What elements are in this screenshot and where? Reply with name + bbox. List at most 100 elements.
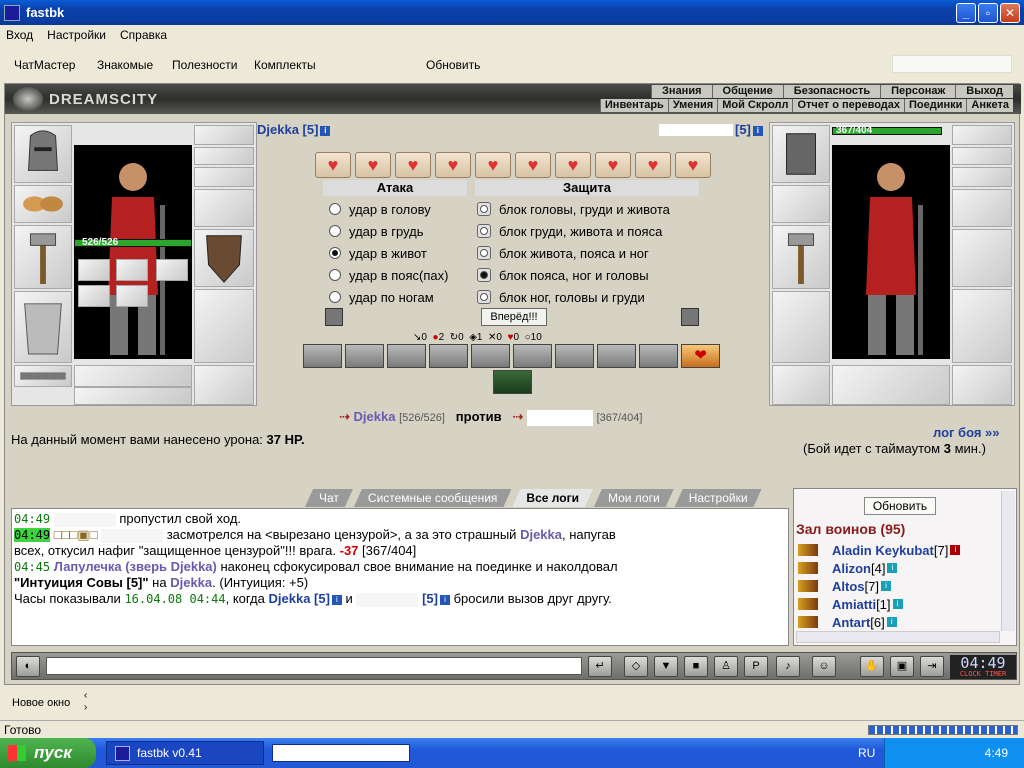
- bracers-slot-icon[interactable]: [14, 185, 72, 223]
- tab-settings[interactable]: Настройки: [675, 489, 762, 507]
- attack-option[interactable]: удар в голову: [329, 198, 448, 220]
- refresh-players-button[interactable]: Обновить: [864, 497, 936, 515]
- nav-security[interactable]: Безопасность: [782, 85, 881, 98]
- boots-slot-icon[interactable]: [194, 365, 254, 405]
- radio-icon[interactable]: [477, 224, 491, 238]
- tray-clock[interactable]: 4:49: [985, 738, 1008, 768]
- nav-exit[interactable]: Выход: [955, 85, 1013, 98]
- list-item[interactable]: Alizon [4] i: [798, 559, 960, 577]
- potion-red-icon[interactable]: [156, 259, 188, 281]
- rings-slot-icon[interactable]: [952, 167, 1012, 187]
- potion-blue-icon[interactable]: [78, 259, 110, 281]
- attack-option[interactable]: удар в грудь: [329, 220, 448, 242]
- info-icon[interactable]: i: [331, 594, 342, 605]
- refresh-link[interactable]: Обновить: [426, 58, 480, 72]
- heart-scroll-icon[interactable]: ♥: [515, 152, 551, 178]
- shield-slot-icon[interactable]: [194, 229, 254, 287]
- friends-link[interactable]: Знакомые: [97, 58, 153, 72]
- menu-settings[interactable]: Настройки: [47, 28, 106, 42]
- save-icon[interactable]: ■: [684, 656, 708, 677]
- speaker-icon[interactable]: ◐: [16, 656, 40, 677]
- hand-icon[interactable]: ✋: [860, 656, 884, 677]
- defense-option[interactable]: блок головы, груди и живота: [477, 198, 670, 220]
- nav-duels[interactable]: Поединки: [904, 99, 967, 112]
- utilities-link[interactable]: Полезности: [172, 58, 237, 72]
- nav-inventory[interactable]: Инвентарь: [599, 99, 668, 112]
- attack-option[interactable]: удар по ногам: [329, 286, 448, 308]
- skill-icon[interactable]: [429, 344, 468, 368]
- sets-link[interactable]: Комплекты: [254, 58, 316, 72]
- rings-slot-icon[interactable]: [194, 167, 254, 187]
- info-icon[interactable]: i: [892, 599, 903, 609]
- heart-scroll-icon[interactable]: ♥: [555, 152, 591, 178]
- filter-icon[interactable]: ▼: [654, 656, 678, 677]
- special-skill-icon[interactable]: [493, 370, 532, 394]
- minimize-button[interactable]: _: [956, 3, 976, 23]
- tab-my-logs[interactable]: Мои логи: [594, 489, 674, 507]
- skill-icon[interactable]: [639, 344, 678, 368]
- list-item[interactable]: Altos [7] i: [798, 577, 960, 595]
- heart-scroll-icon[interactable]: ♥: [635, 152, 671, 178]
- heart-scroll-icon[interactable]: ♥: [435, 152, 471, 178]
- scroll-item-icon[interactable]: [116, 259, 148, 281]
- nav-arrows[interactable]: ‹ ›: [84, 690, 87, 714]
- radio-icon[interactable]: [329, 225, 341, 237]
- earrings-slot-icon[interactable]: [194, 125, 254, 145]
- armor-slot-icon[interactable]: [14, 291, 72, 363]
- menu-login[interactable]: Вход: [6, 28, 33, 42]
- maximize-button[interactable]: ▫: [978, 3, 998, 23]
- heart-scroll-icon[interactable]: ♥: [395, 152, 431, 178]
- armor-slot-icon[interactable]: [772, 291, 830, 363]
- skill-icon[interactable]: [555, 344, 594, 368]
- radio-icon[interactable]: [329, 247, 341, 259]
- battle-log-link[interactable]: лог боя »»: [933, 425, 1000, 440]
- tab-chat[interactable]: Чат: [305, 489, 353, 507]
- radio-icon[interactable]: [329, 269, 341, 281]
- menu-help[interactable]: Справка: [120, 28, 167, 42]
- forward-button[interactable]: Вперёд!!!: [481, 308, 547, 326]
- heart-scroll-icon[interactable]: ♥: [315, 152, 351, 178]
- rune-item-icon[interactable]: [78, 285, 110, 307]
- bracers-slot-icon[interactable]: [772, 185, 830, 223]
- person-icon[interactable]: ♙: [714, 656, 738, 677]
- language-indicator[interactable]: RU: [858, 738, 875, 768]
- music-icon[interactable]: ♪: [776, 656, 800, 677]
- heart-scroll-icon[interactable]: ♥: [595, 152, 631, 178]
- lock-icon[interactable]: ▣: [890, 656, 914, 677]
- nav-profile[interactable]: Анкета: [966, 99, 1013, 112]
- gloves-slot-icon[interactable]: [194, 189, 254, 227]
- chatmaster-link[interactable]: ЧатМастер: [14, 58, 75, 72]
- left-fighter-name[interactable]: Djekka [5] i: [257, 122, 331, 137]
- left-name-versus[interactable]: Djekka: [354, 409, 396, 424]
- heart-skill-icon[interactable]: ❤: [681, 344, 720, 368]
- defense-option[interactable]: блок живота, пояса и ног: [477, 242, 670, 264]
- sword-slot-icon[interactable]: [952, 229, 1012, 287]
- nav-my-scroll[interactable]: Мой Скролл: [717, 99, 793, 112]
- info-icon[interactable]: i: [320, 125, 331, 136]
- boots-slot-icon[interactable]: [952, 365, 1012, 405]
- taskbar-app[interactable]: fastbk v0.41: [106, 741, 264, 765]
- defense-option[interactable]: блок груди, живота и пояса: [477, 220, 670, 242]
- belt-slot-icon[interactable]: [14, 365, 72, 387]
- radio-icon[interactable]: [477, 202, 491, 216]
- tab-system-messages[interactable]: Системные сообщения: [354, 489, 512, 507]
- chat-input[interactable]: [46, 657, 582, 675]
- vertical-scrollbar[interactable]: [1001, 491, 1015, 631]
- info-icon[interactable]: i: [439, 594, 450, 605]
- toolbar-input[interactable]: [892, 55, 1012, 73]
- attack-option[interactable]: удар в пояс(пах): [329, 264, 448, 286]
- exit-icon[interactable]: ⇥: [920, 656, 944, 677]
- radio-icon[interactable]: [477, 246, 491, 260]
- right-fighter-level[interactable]: [5] i: [735, 122, 763, 137]
- radio-icon[interactable]: [329, 291, 341, 303]
- refresh-round-icon[interactable]: [681, 308, 699, 326]
- smile-icon[interactable]: ☺: [812, 656, 836, 677]
- blue-scroll-icon[interactable]: [116, 285, 148, 307]
- weapon-hammer-slot-icon[interactable]: [14, 225, 72, 289]
- leggings-slot-icon[interactable]: [194, 289, 254, 363]
- earrings-slot-icon[interactable]: [952, 125, 1012, 145]
- auto-attack-icon[interactable]: [325, 308, 343, 326]
- leggings-slot-icon[interactable]: [952, 289, 1012, 363]
- heart-scroll-icon[interactable]: ♥: [475, 152, 511, 178]
- taskbar-box[interactable]: [272, 744, 410, 762]
